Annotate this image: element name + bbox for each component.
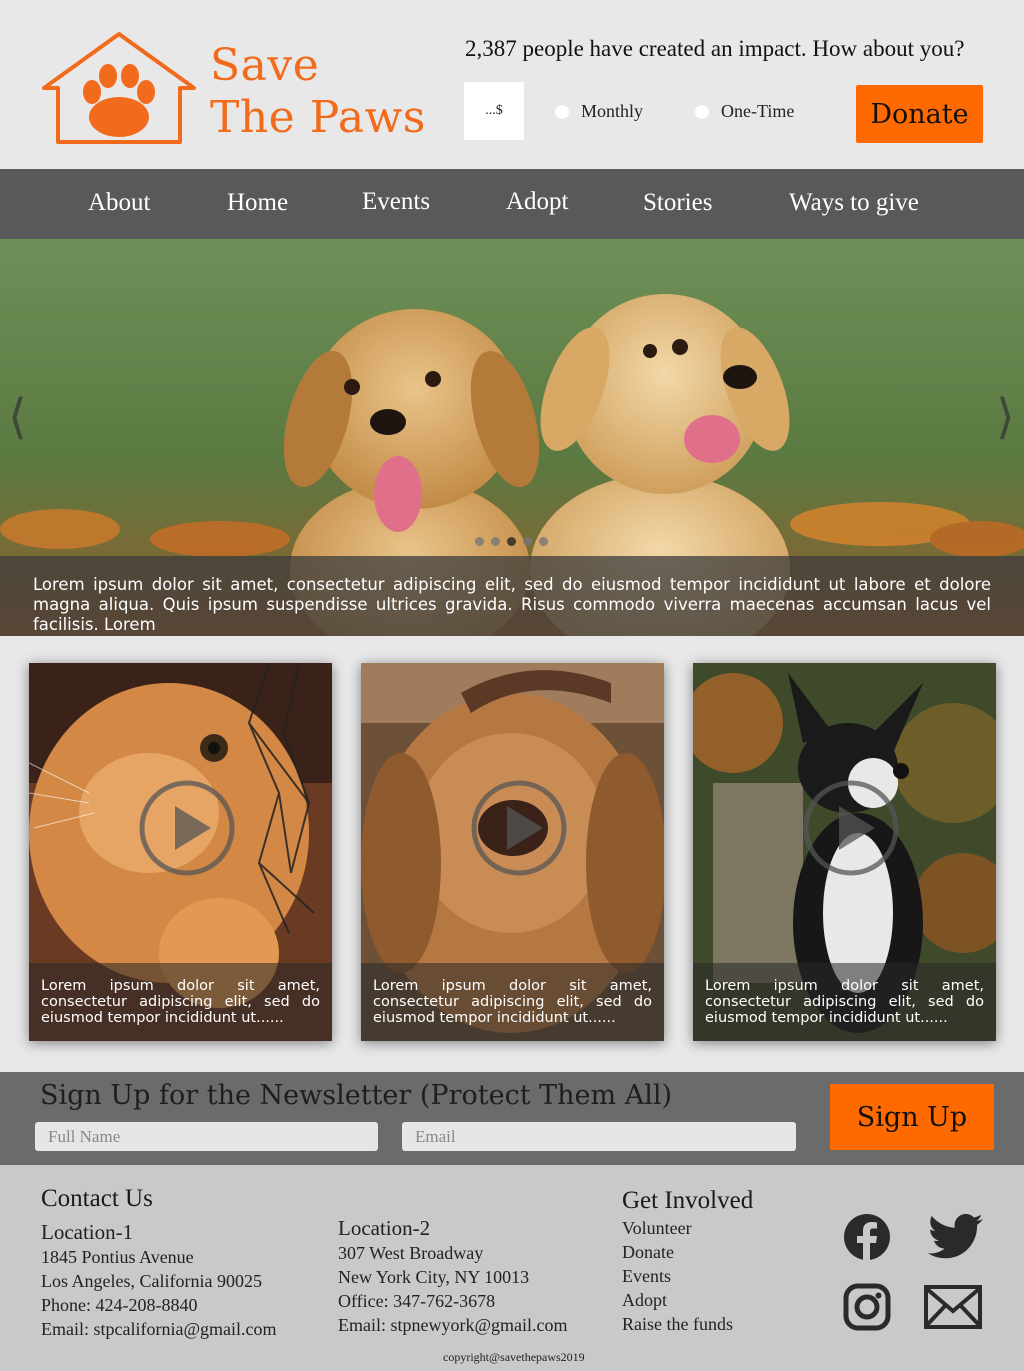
location-1-phone: Phone: 424-208-8840 [41, 1295, 198, 1315]
location-2-email[interactable]: Email: stpnewyork@gmail.com [338, 1315, 568, 1336]
video-card-golden[interactable]: Lorem ipsum dolor sit amet, consectetur … [361, 663, 664, 1041]
mail-icon[interactable] [923, 1283, 983, 1331]
location-2-phone: Office: 347-762-3678 [338, 1291, 496, 1311]
play-icon[interactable] [469, 778, 569, 878]
brand-name[interactable]: Save The Paws [210, 40, 426, 144]
newsletter-title: Sign Up for the Newsletter (Protect Them… [40, 1080, 673, 1111]
location-1-city: Los Angeles, California 90025 [41, 1271, 262, 1291]
hero-caption: Lorem ipsum dolor sit amet, consectetur … [0, 556, 1024, 636]
nav-item-adopt[interactable]: Adopt [506, 188, 569, 216]
nav-item-stories[interactable]: Stories [643, 189, 712, 217]
location-2-address: 307 West Broadway [338, 1243, 484, 1263]
facebook-icon[interactable] [843, 1213, 891, 1261]
paw-house-logo-icon[interactable] [40, 30, 198, 148]
carousel-indicators [475, 537, 548, 546]
one-time-label: One-Time [721, 101, 795, 121]
sign-up-button[interactable]: Sign Up [830, 1084, 994, 1150]
brand-line-1: Save [210, 40, 320, 91]
radio-circle-icon[interactable] [695, 104, 709, 119]
get-involved-heading: Get Involved [622, 1187, 754, 1214]
card-caption: Lorem ipsum dolor sit amet, consectetur … [29, 963, 332, 1041]
footer-link-raise-funds[interactable]: Raise the funds [622, 1314, 733, 1335]
instagram-icon[interactable] [843, 1283, 891, 1331]
donate-button[interactable]: Donate [856, 85, 983, 143]
location-1-email[interactable]: Email: stpcalifornia@gmail.com [41, 1319, 277, 1340]
full-name-input[interactable]: Full Name [35, 1122, 378, 1151]
impact-text: 2,387 people have created an impact. How… [465, 36, 965, 61]
location-1-title: Location-1 [41, 1220, 134, 1244]
footer-link-volunteer[interactable]: Volunteer [622, 1218, 692, 1239]
video-card-collie[interactable]: Lorem ipsum dolor sit amet, consectetur … [693, 663, 996, 1041]
nav-item-events[interactable]: Events [362, 188, 430, 216]
one-time-radio[interactable]: One-Time [695, 101, 794, 122]
twitter-icon[interactable] [926, 1213, 984, 1261]
main-nav: About Home Events Adopt Stories Ways to … [0, 169, 1024, 239]
card-caption: Lorem ipsum dolor sit amet, consectetur … [693, 963, 996, 1041]
nav-item-ways-to-give[interactable]: Ways to give [789, 189, 919, 217]
footer-link-adopt[interactable]: Adopt [622, 1290, 667, 1311]
monthly-radio[interactable]: Monthly [555, 101, 643, 122]
carousel-dot[interactable] [491, 537, 500, 546]
card-caption: Lorem ipsum dolor sit amet, consectetur … [361, 963, 664, 1041]
contact-us-heading: Contact Us [41, 1185, 153, 1212]
location-2-title: Location-2 [338, 1216, 431, 1240]
carousel-prev-arrow-icon[interactable]: ⟨ [8, 389, 27, 445]
copyright-text: copyright@savethepaws2019 [443, 1350, 585, 1364]
hero-carousel[interactable]: ⟨ ⟩ Lorem ipsum dolor sit amet, consecte… [0, 239, 1024, 636]
location-2-city: New York City, NY 10013 [338, 1267, 530, 1287]
location-1-address: 1845 Pontius Avenue [41, 1247, 194, 1267]
donation-amount-input[interactable]: ...$ [464, 82, 524, 140]
site-header: Save The Paws 2,387 people have created … [0, 0, 1024, 169]
site-footer: Contact Us Location-1 1845 Pontius Avenu… [0, 1165, 1024, 1371]
carousel-dot-active[interactable] [507, 537, 516, 546]
footer-link-donate[interactable]: Donate [622, 1242, 674, 1263]
nav-item-home[interactable]: Home [227, 189, 288, 217]
monthly-label: Monthly [581, 101, 644, 121]
video-card-cat[interactable]: Lorem ipsum dolor sit amet, consectetur … [29, 663, 332, 1041]
carousel-dot[interactable] [523, 537, 532, 546]
carousel-dot[interactable] [475, 537, 484, 546]
nav-item-about[interactable]: About [88, 189, 151, 217]
carousel-next-arrow-icon[interactable]: ⟩ [996, 389, 1015, 445]
newsletter-section: Sign Up for the Newsletter (Protect Them… [0, 1072, 1024, 1165]
carousel-dot[interactable] [539, 537, 548, 546]
play-icon[interactable] [801, 778, 901, 878]
play-icon[interactable] [137, 778, 237, 878]
radio-circle-icon[interactable] [555, 104, 569, 119]
brand-line-2: The Paws [210, 92, 426, 143]
email-input[interactable]: Email [402, 1122, 796, 1151]
footer-link-events[interactable]: Events [622, 1266, 671, 1287]
